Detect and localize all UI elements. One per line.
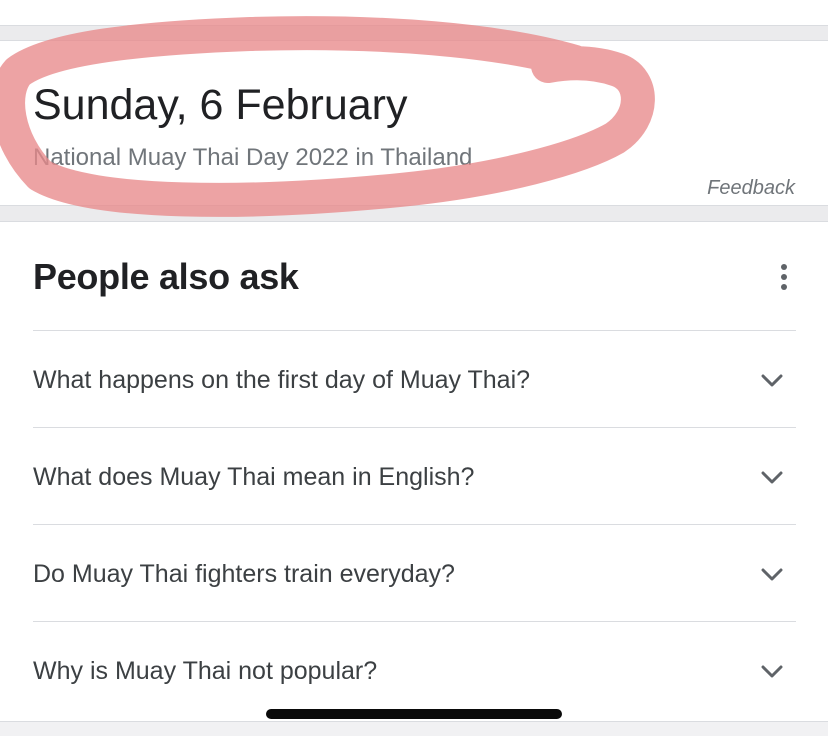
feedback-link[interactable]: Feedback [707, 177, 795, 200]
question-text: Do Muay Thai fighters train everyday? [33, 560, 455, 588]
question-text: What happens on the first day of Muay Th… [33, 366, 531, 394]
people-also-ask-heading: People also ask [33, 256, 299, 297]
chevron-down-icon [761, 471, 783, 484]
more-options-button[interactable] [768, 260, 800, 294]
question-item[interactable]: Why is Muay Thai not popular? [33, 621, 796, 718]
date-answer-card: Sunday, 6 February National Muay Thai Da… [0, 40, 828, 206]
more-vert-icon-dot [781, 274, 787, 280]
chevron-down-icon [761, 568, 783, 581]
question-text: Why is Muay Thai not popular? [33, 657, 378, 685]
more-vert-icon [781, 264, 787, 270]
question-item[interactable]: Do Muay Thai fighters train everyday? [33, 524, 796, 621]
date-title: Sunday, 6 February [33, 81, 408, 129]
home-indicator-bar[interactable] [266, 709, 562, 719]
question-text: What does Muay Thai mean in English? [33, 463, 475, 491]
next-card-edge [0, 721, 828, 736]
previous-card-edge [0, 0, 828, 26]
chevron-down-icon [761, 665, 783, 678]
more-vert-icon-dot [781, 284, 787, 290]
question-item[interactable]: What happens on the first day of Muay Th… [33, 330, 796, 427]
holiday-subtitle: National Muay Thai Day 2022 in Thailand [33, 144, 473, 171]
question-list: What happens on the first day of Muay Th… [33, 330, 796, 718]
people-also-ask-card: People also ask What happens on the firs… [0, 221, 828, 721]
question-item[interactable]: What does Muay Thai mean in English? [33, 427, 796, 524]
chevron-down-icon [761, 374, 783, 387]
